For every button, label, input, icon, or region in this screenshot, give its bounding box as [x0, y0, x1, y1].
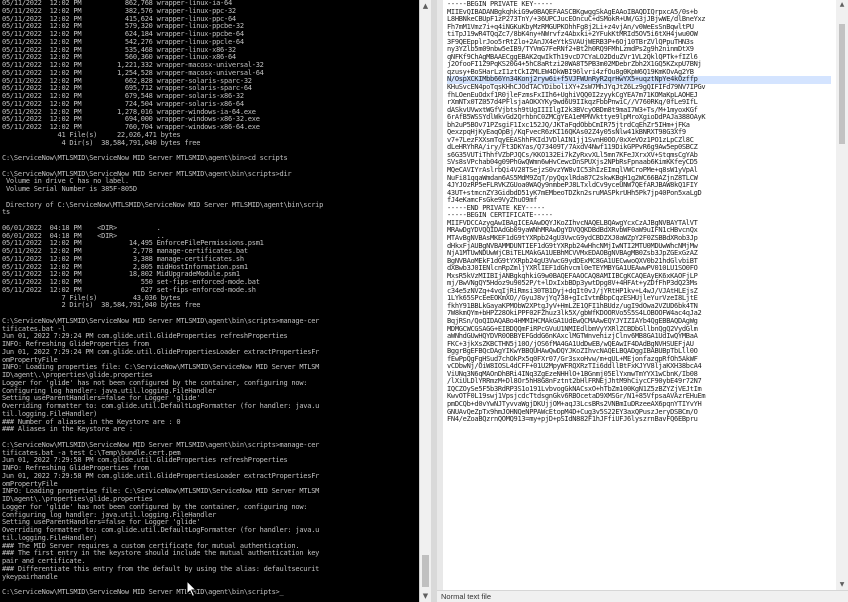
- console-line: C:\ServiceNow\MTLSMID\ServiceNow MID Ser…: [2, 588, 284, 596]
- editor-scroll-thumb[interactable]: [839, 24, 845, 144]
- console-line: Jun 01, 2022 7:29:58 PM com.glide.util.G…: [2, 471, 320, 480]
- console-line: Volume Serial Number is 385F-805D: [2, 185, 137, 193]
- scroll-down-arrow-icon[interactable]: ▼: [836, 580, 848, 590]
- editor-scrollbar[interactable]: ▲ ▼: [836, 0, 848, 590]
- editor-gutter: [437, 0, 443, 590]
- console-line: Jun 01, 2022 7:29:24 PM com.glide.util.G…: [2, 347, 320, 356]
- scroll-down-arrow-icon[interactable]: ▼: [420, 590, 431, 602]
- console-line: ts: [2, 208, 10, 217]
- notepad-window[interactable]: -----BEGIN PRIVATE KEY----- MIIEvQIBADANB…: [437, 0, 848, 602]
- console-line: Directory of C:\ServiceNow\MTLSMID\Servi…: [2, 200, 324, 209]
- console-scrollbar[interactable]: ▲ ▼: [419, 0, 431, 602]
- console-line: ### Aliases in the Keystore are :: [2, 425, 133, 434]
- console-line: ### Differentiate this entry from the de…: [2, 564, 320, 573]
- scroll-up-arrow-icon[interactable]: ▲: [420, 0, 431, 12]
- console-line: 2 Dir(s) 38,584,791,040 bytes free: [2, 301, 201, 310]
- status-bar: Normal text file: [437, 590, 848, 602]
- console-line: 4 Dir(s) 38,584,791,040 bytes free: [2, 138, 201, 147]
- editor-line: FN4/eZoaBQzrnQOMQ913=my+pjD+pSIdN882F1hJ…: [447, 415, 698, 424]
- mouse-pointer-icon: [186, 580, 198, 598]
- console-output[interactable]: 05/11/2022 12:02 PM 862,768 wrapper-linu…: [2, 0, 407, 597]
- console-line: ykeypairhandle: [2, 572, 58, 581]
- command-prompt-window[interactable]: 05/11/2022 12:02 PM 862,768 wrapper-linu…: [0, 0, 419, 602]
- scroll-up-arrow-icon[interactable]: ▲: [836, 0, 848, 10]
- console-line: C:\ServiceNow\MTLSMID\ServiceNow MID Ser…: [2, 154, 288, 162]
- editor-text-area[interactable]: -----BEGIN PRIVATE KEY----- MIIEvQIBADANB…: [447, 1, 831, 424]
- console-scroll-thumb[interactable]: [422, 555, 429, 587]
